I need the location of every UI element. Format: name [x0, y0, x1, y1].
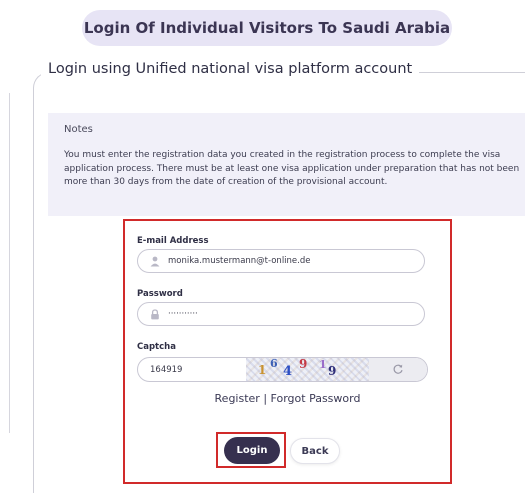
refresh-icon — [392, 360, 404, 379]
user-icon — [150, 255, 160, 267]
captcha-digit: 1 — [258, 363, 267, 377]
captcha-label: Captcha — [137, 342, 176, 352]
lock-icon — [150, 308, 160, 320]
email-label: E-mail Address — [137, 236, 209, 246]
captcha-digit: 1 — [319, 358, 327, 371]
email-value: monika.mustermann@t-online.de — [168, 256, 311, 266]
forgot-password-link[interactable]: Forgot Password — [271, 392, 361, 405]
captcha-digit: 9 — [328, 364, 337, 378]
captcha-image: 1 6 4 9 1 9 — [246, 358, 369, 381]
captcha-digit: 4 — [283, 364, 293, 379]
captcha-digit: 6 — [270, 357, 278, 370]
left-divider — [9, 93, 10, 433]
notes-title: Notes — [64, 124, 93, 135]
page-title: Login Of Individual Visitors To Saudi Ar… — [82, 10, 452, 46]
notes-panel: Notes You must enter the registration da… — [48, 113, 525, 216]
register-link[interactable]: Register — [215, 392, 260, 405]
captcha-refresh-button[interactable] — [369, 358, 427, 381]
notes-text: You must enter the registration data you… — [64, 150, 520, 187]
captcha-digit: 9 — [299, 357, 308, 371]
password-value: ··········· — [168, 309, 198, 319]
page-title-text: Login Of Individual Visitors To Saudi Ar… — [83, 19, 451, 37]
captcha-row: 164919 1 6 4 9 1 9 — [137, 357, 428, 382]
password-field[interactable]: ··········· — [137, 302, 425, 326]
email-field[interactable]: monika.mustermann@t-online.de — [137, 249, 425, 273]
captcha-value: 164919 — [150, 364, 183, 375]
auth-links: Register | Forgot Password — [123, 392, 452, 405]
back-button[interactable]: Back — [290, 438, 340, 464]
password-label: Password — [137, 289, 183, 299]
link-separator: | — [263, 392, 268, 405]
section-legend: Login using Unified national visa platfo… — [41, 61, 420, 77]
captcha-input[interactable]: 164919 — [138, 358, 241, 381]
login-button[interactable]: Login — [224, 437, 280, 464]
